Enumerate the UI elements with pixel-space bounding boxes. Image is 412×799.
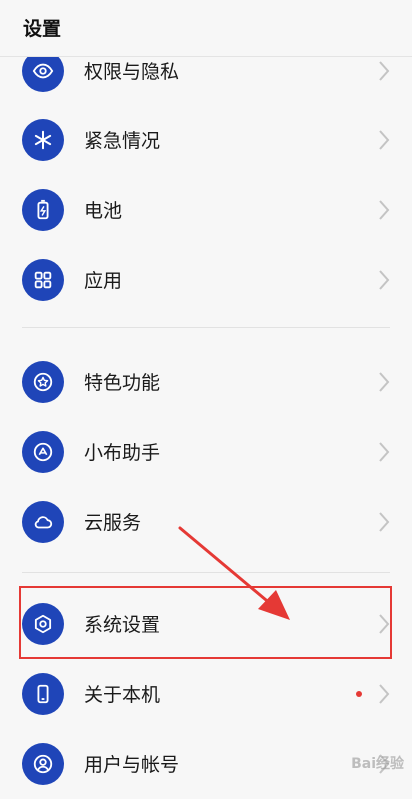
settings-item-system-settings[interactable]: 系统设置 <box>0 589 412 659</box>
notification-dot-badge <box>356 691 362 697</box>
settings-header: 设置 <box>0 0 412 57</box>
settings-item-label: 紧急情况 <box>84 130 161 152</box>
chevron-right-icon <box>378 511 390 533</box>
settings-item-label: 电池 <box>84 200 123 222</box>
chevron-right-icon <box>378 613 390 635</box>
cloud-icon <box>22 501 64 543</box>
apps-grid-icon <box>22 259 64 301</box>
user-account-icon <box>22 743 64 785</box>
settings-item-features[interactable]: 特色功能 <box>0 347 412 417</box>
chevron-right-icon <box>378 683 390 705</box>
chevron-right-icon <box>378 371 390 393</box>
settings-list: 权限与隐私 紧急情况 电池 应用 特色功能 小布助手 云服务 系统设置 关于本机… <box>0 0 412 785</box>
settings-item-label: 关于本机 <box>84 684 161 706</box>
settings-item-label: 用户与帐号 <box>84 754 180 776</box>
settings-item-label: 应用 <box>84 270 123 292</box>
settings-item-label: 小布助手 <box>84 442 161 464</box>
section-divider <box>22 572 390 573</box>
chevron-right-icon <box>378 441 390 463</box>
chevron-right-icon <box>378 60 390 82</box>
phone-icon <box>22 673 64 715</box>
settings-item-emergency[interactable]: 紧急情况 <box>0 105 412 175</box>
settings-item-apps[interactable]: 应用 <box>0 245 412 315</box>
settings-item-label: 系统设置 <box>84 614 161 636</box>
chevron-right-icon <box>378 199 390 221</box>
star-feature-icon <box>22 361 64 403</box>
chevron-right-icon <box>378 269 390 291</box>
assistant-icon <box>22 431 64 473</box>
settings-item-assistant[interactable]: 小布助手 <box>0 417 412 487</box>
settings-item-battery[interactable]: 电池 <box>0 175 412 245</box>
battery-icon <box>22 189 64 231</box>
settings-item-cloud[interactable]: 云服务 <box>0 487 412 557</box>
system-settings-icon <box>22 603 64 645</box>
settings-item-about-phone[interactable]: 关于本机 <box>0 659 412 729</box>
watermark-logo: Bai经验 <box>351 756 404 772</box>
settings-item-label: 权限与隐私 <box>84 61 180 83</box>
page-title: 设置 <box>23 18 62 40</box>
settings-item-label: 特色功能 <box>84 372 161 394</box>
emergency-asterisk-icon <box>22 119 64 161</box>
settings-item-label: 云服务 <box>84 512 142 534</box>
section-divider <box>22 327 390 328</box>
chevron-right-icon <box>378 129 390 151</box>
